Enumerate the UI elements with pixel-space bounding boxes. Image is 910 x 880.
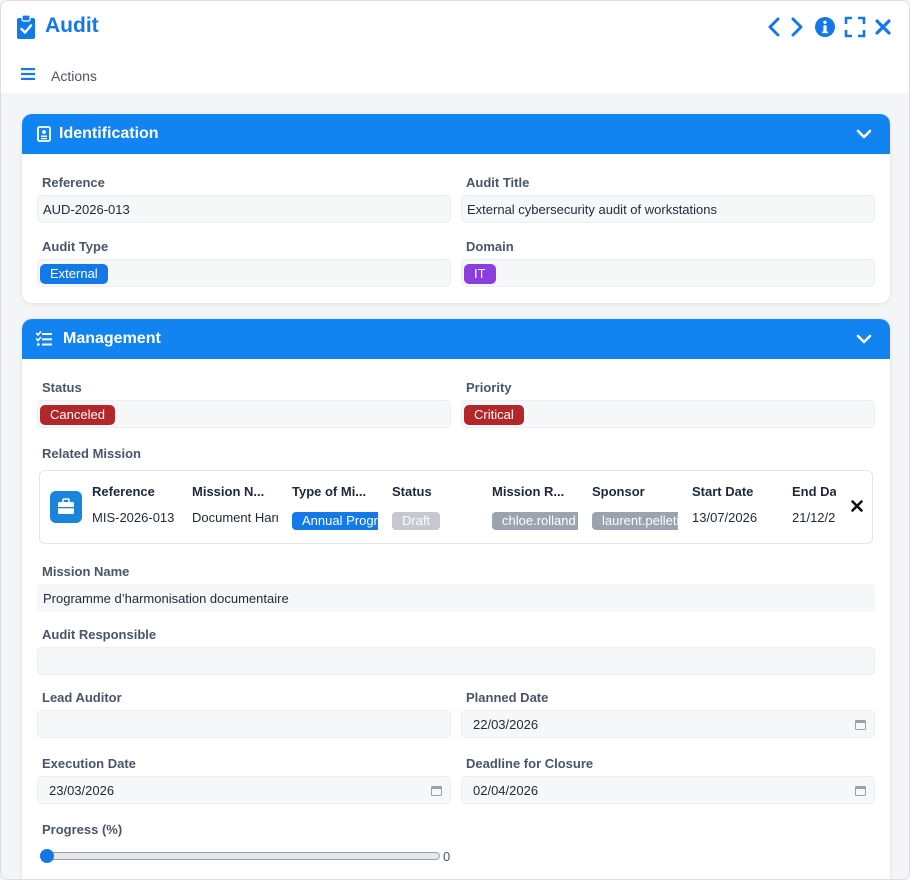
id-card-icon [37,126,51,142]
execution-date-label: Execution Date [42,756,136,771]
info-button[interactable] [813,15,837,39]
mission-status-badge: Draft [392,512,441,530]
mission-reference-cell: MIS-2026-013 [92,510,175,525]
briefcase-icon [50,491,82,523]
chevron-down-icon[interactable] [856,332,872,346]
domain-label: Domain [466,239,514,254]
mission-sponsor-badge: laurent.pelletier [592,512,678,530]
menu-icon [21,68,35,80]
identification-panel: Identification Reference AUD-2026-013 Au… [22,114,890,303]
mission-col-responsible: Mission R... chloe.rolland [492,471,578,543]
mission-col-status: Status Draft [392,471,478,543]
lead-auditor-field[interactable] [37,710,451,738]
deadline-label: Deadline for Closure [466,756,594,771]
fullscreen-button[interactable] [843,15,867,39]
remove-mission-icon[interactable] [851,500,863,512]
deadline-field[interactable]: 02/04/2026 [461,776,875,804]
clipboard-check-icon [17,14,35,39]
audit-title-field[interactable]: External cybersecurity audit of workstat… [461,195,875,223]
mission-header-end-date: End Da [792,484,836,499]
mission-col-name: Mission N... Document Harmonisation [192,471,278,543]
domain-field[interactable]: IT [461,259,875,287]
checklist-icon [36,331,52,346]
chevron-left-icon [768,17,780,37]
fullscreen-icon [844,16,866,38]
status-label: Status [42,380,82,395]
mission-header-responsible: Mission R... [492,484,565,499]
close-icon [875,19,891,35]
mission-header-sponsor: Sponsor [592,484,645,499]
audit-type-field[interactable]: External [37,259,451,287]
reference-field[interactable]: AUD-2026-013 [37,195,451,223]
mission-col-type: Type of Mi... Annual Program [292,471,378,543]
external-badge: External [40,264,108,284]
audit-type-label: Audit Type [42,239,109,254]
mission-type-badge: Annual Program [292,512,378,530]
mission-start-date-cell: 13/07/2026 [692,510,758,525]
mission-end-date-cell: 21/12/2026 [792,510,836,525]
mission-col-reference: Reference MIS-2026-013 [92,471,178,543]
calendar-icon[interactable] [431,785,442,796]
lead-auditor-label: Lead Auditor [42,690,122,705]
priority-label: Priority [466,380,512,395]
mission-header-name: Mission N... [192,484,265,499]
calendar-icon[interactable] [855,719,866,730]
mission-name-label: Mission Name [42,564,130,579]
audit-responsible-label: Audit Responsible [42,627,157,642]
identification-title: Identification [59,125,159,142]
related-mission-label: Related Mission [42,446,141,461]
progress-value: 0 [443,849,451,864]
priority-field[interactable]: Critical [461,400,875,428]
execution-date-value: 23/03/2026 [49,783,115,798]
status-field[interactable]: Canceled [37,400,451,428]
management-panel: Management Status Canceled Priority Crit… [22,319,890,879]
previous-button[interactable] [762,15,786,39]
mission-col-sponsor: Sponsor laurent.pelletier [592,471,678,543]
execution-date-field[interactable]: 23/03/2026 [37,776,451,804]
critical-badge: Critical [464,405,524,425]
audit-window: Audit Actions Identification Reference A… [0,0,910,880]
mission-col-end-date: End Da 21/12/2026 [792,471,836,543]
mission-name-cell: Document Harmonisation [192,510,278,525]
calendar-icon[interactable] [855,785,866,796]
reference-label: Reference [42,175,105,190]
mission-header-reference: Reference [92,484,155,499]
it-badge: IT [464,264,496,284]
mission-header-type: Type of Mi... [292,484,367,499]
chevron-down-icon[interactable] [856,127,872,141]
next-button[interactable] [785,15,809,39]
mission-header-start-date: Start Date [692,484,754,499]
canceled-badge: Canceled [40,405,115,425]
page-title: Audit [45,14,99,37]
progress-label: Progress (%) [42,822,123,837]
actions-bar[interactable]: Actions [1,59,909,91]
management-header[interactable]: Management [22,319,890,359]
planned-date-label: Planned Date [466,690,549,705]
identification-header[interactable]: Identification [22,114,890,154]
mission-header-status: Status [392,484,432,499]
management-title: Management [63,330,161,347]
audit-title-label: Audit Title [466,175,530,190]
deadline-value: 02/04/2026 [473,783,539,798]
progress-slider-track[interactable] [41,852,440,860]
planned-date-value: 22/03/2026 [473,717,539,732]
chevron-right-icon [791,17,803,37]
actions-label[interactable]: Actions [51,68,97,84]
planned-date-field[interactable]: 22/03/2026 [461,710,875,738]
audit-responsible-field[interactable] [37,647,875,675]
info-icon [815,17,835,37]
close-button[interactable] [871,15,895,39]
title-bar: Audit [1,1,909,53]
related-mission-table[interactable]: Reference MIS-2026-013 Mission N... Docu… [39,470,873,544]
progress-slider-thumb[interactable] [40,849,54,863]
mission-col-start-date: Start Date 13/07/2026 [692,471,778,543]
mission-responsible-badge: chloe.rolland [492,512,578,530]
mission-name-field[interactable]: Programme d’harmonisation documentaire [37,584,875,612]
